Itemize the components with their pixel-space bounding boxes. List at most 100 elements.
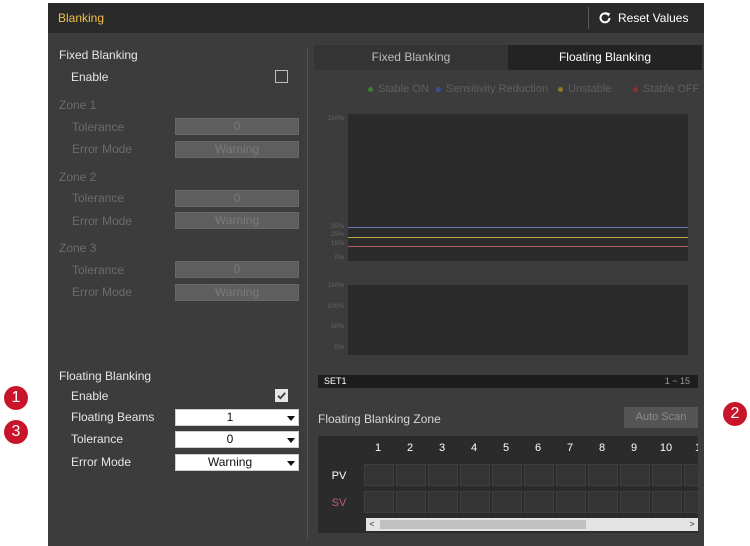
legend-stable-on-label: Stable ON <box>378 83 429 95</box>
tab-fixed-blanking[interactable]: Fixed Blanking <box>314 45 508 70</box>
zone-cell <box>396 491 426 513</box>
tab-floating-blanking[interactable]: Floating Blanking <box>508 45 702 70</box>
floating-tolerance-value: 0 <box>226 432 234 446</box>
legend-stable-off: Stable OFF <box>633 83 699 95</box>
horizontal-scrollbar[interactable]: < > <box>366 518 698 531</box>
set-label: SET1 <box>324 376 347 386</box>
fixed-enable-label: Enable <box>71 70 109 84</box>
zone-cell <box>524 491 554 513</box>
top-chart-area <box>348 114 688 261</box>
zone-cell <box>556 464 586 486</box>
top-tick-15: 15% <box>330 240 344 247</box>
zone-col-header: 9 <box>630 442 638 454</box>
zone-3-error-mode-select[interactable]: Warning <box>175 284 299 301</box>
zone-cell <box>396 464 426 486</box>
zone-cell <box>556 491 586 513</box>
blanking-window: Blanking Reset Values Fixed Blanking Ena… <box>48 3 704 546</box>
zone-3-tolerance-field[interactable]: 0 <box>175 261 299 278</box>
zone-1-label: Zone 1 <box>59 98 97 112</box>
top-tick-150: 150% <box>327 115 344 122</box>
chevron-down-icon <box>287 461 295 466</box>
zone-1-tolerance-label: Tolerance <box>72 120 125 134</box>
window-title: Blanking <box>58 11 105 25</box>
zone-col-header: 1 <box>374 442 382 454</box>
zone-3-error-mode-label: Error Mode <box>72 285 133 299</box>
refresh-icon <box>599 12 611 24</box>
floating-error-mode-value: Warning <box>207 455 253 469</box>
legend-dot-unstable <box>558 86 563 92</box>
zone-cell <box>492 464 522 486</box>
zone-cell <box>492 491 522 513</box>
row-label-sv: SV <box>331 497 347 509</box>
zone-cell <box>364 491 394 513</box>
floating-error-mode-select[interactable]: Warning <box>175 454 299 471</box>
floating-zone-title: Floating Blanking Zone <box>318 412 441 426</box>
callout-marker: 1 <box>4 386 28 410</box>
scroll-right-arrow[interactable]: > <box>686 518 698 531</box>
zone-col-header: 3 <box>438 442 446 454</box>
chevron-down-icon <box>287 438 295 443</box>
callout-marker: 3 <box>4 420 28 444</box>
top-tick-35: 35% <box>330 223 344 230</box>
floating-enable-checkbox[interactable] <box>275 389 288 402</box>
reset-values-button[interactable]: Reset Values <box>598 7 688 29</box>
zone-3-label: Zone 3 <box>59 241 97 255</box>
top-tick-25: 25% <box>330 231 344 238</box>
legend-unstable: Unstable <box>558 83 611 95</box>
bottom-tick-150: 150% <box>327 282 344 289</box>
zone-col-header: 1 <box>682 436 698 460</box>
zone-3-tolerance-label: Tolerance <box>72 263 125 277</box>
threshold-line-25 <box>348 237 688 238</box>
row-label-pv: PV <box>331 470 347 482</box>
callout-marker: 2 <box>723 402 747 426</box>
zone-col-header: 5 <box>502 442 510 454</box>
legend-stable-on: Stable ON <box>368 83 429 95</box>
auto-scan-button[interactable]: Auto Scan <box>624 407 698 428</box>
reset-values-label: Reset Values <box>618 11 689 25</box>
legend-sensitivity-reduction: Sensitivity Reduction <box>436 83 548 95</box>
zone-cell <box>652 464 682 486</box>
zone-col-header: 4 <box>470 442 478 454</box>
zone-2-tolerance-field[interactable]: 0 <box>175 190 299 207</box>
set-range: 1 ~ 15 <box>664 376 690 386</box>
panel-divider <box>307 47 308 539</box>
bottom-tick-0: 0% <box>334 344 344 351</box>
legend-dot-sensitivity-reduction <box>436 86 441 92</box>
top-tick-0: 0% <box>334 254 344 261</box>
threshold-line-15 <box>348 246 688 247</box>
zone-1-tolerance-field[interactable]: 0 <box>175 118 299 135</box>
chevron-down-icon <box>287 416 295 421</box>
zone-cell <box>428 491 458 513</box>
zone-col-header: 8 <box>598 442 606 454</box>
bottom-chart-area <box>348 285 688 355</box>
zone-cell <box>460 491 490 513</box>
legend-dot-stable-on <box>368 86 373 92</box>
zone-1-error-mode-select[interactable]: Warning <box>175 141 299 158</box>
legend-stable-off-label: Stable OFF <box>643 83 700 95</box>
floating-blanking-title: Floating Blanking <box>59 369 152 383</box>
floating-beams-label: Floating Beams <box>71 410 155 424</box>
floating-beams-select[interactable]: 1 <box>175 409 299 426</box>
zone-cell <box>524 464 554 486</box>
scroll-left-arrow[interactable]: < <box>366 518 378 531</box>
bottom-tick-50: 50% <box>330 323 344 330</box>
zone-2-error-mode-label: Error Mode <box>72 214 133 228</box>
zone-col-header: 2 <box>406 442 414 454</box>
zone-cell <box>684 491 698 513</box>
zone-cell <box>460 464 490 486</box>
scroll-thumb[interactable] <box>380 520 586 529</box>
zone-cell <box>652 491 682 513</box>
zone-cell <box>588 464 618 486</box>
zone-2-error-mode-select[interactable]: Warning <box>175 212 299 229</box>
zone-cell <box>620 491 650 513</box>
floating-enable-label: Enable <box>71 389 109 403</box>
floating-tolerance-select[interactable]: 0 <box>175 431 299 448</box>
threshold-line-35 <box>348 227 688 228</box>
fixed-enable-checkbox[interactable] <box>275 70 288 83</box>
legend-sensitivity-reduction-label: Sensitivity Reduction <box>446 83 549 95</box>
zone-cell <box>620 464 650 486</box>
zone-col-header: 7 <box>566 442 574 454</box>
zone-cell <box>684 464 698 486</box>
checkmark-icon <box>277 392 286 400</box>
floating-tolerance-label: Tolerance <box>71 432 124 446</box>
